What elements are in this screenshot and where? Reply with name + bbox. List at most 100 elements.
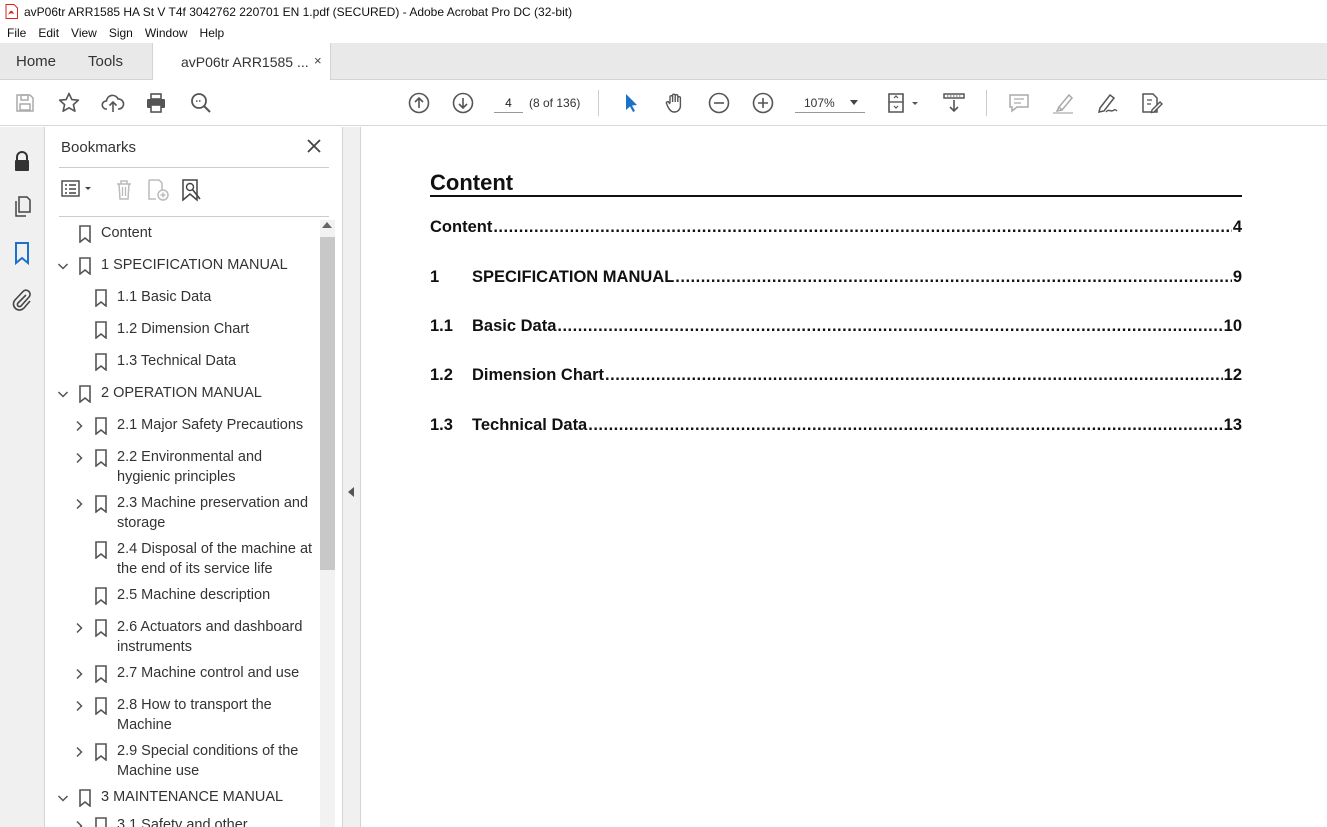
zoom-value: 107% bbox=[804, 96, 835, 110]
bookmark-label-line2: storage bbox=[117, 515, 166, 531]
menu-view[interactable]: View bbox=[64, 26, 102, 40]
collapse-panel-icon[interactable] bbox=[348, 487, 354, 497]
tab-close-button[interactable]: × bbox=[314, 53, 322, 68]
bookmark-icon bbox=[78, 789, 92, 808]
bookmark-icon bbox=[94, 619, 108, 638]
bookmark-item-operation-manual[interactable]: 2 OPERATION MANUAL bbox=[45, 383, 320, 415]
main-toolbar: (8 of 136) 107% bbox=[0, 80, 1327, 126]
bookmarks-scrollbar-thumb[interactable] bbox=[320, 237, 335, 570]
bookmark-star-icon[interactable] bbox=[57, 91, 81, 115]
sign-icon[interactable] bbox=[1095, 91, 1119, 115]
bookmark-label: 2.3 Machine preservation and bbox=[117, 495, 309, 511]
new-bookmark-icon[interactable] bbox=[145, 177, 171, 203]
menu-bar: File Edit View Sign Window Help bbox=[0, 23, 1327, 43]
bookmark-item-content[interactable]: Content bbox=[45, 223, 320, 255]
bookmark-icon bbox=[94, 321, 108, 340]
menu-file[interactable]: File bbox=[0, 26, 31, 40]
zoom-out-icon[interactable] bbox=[707, 91, 731, 115]
chevron-right-icon[interactable] bbox=[73, 451, 85, 464]
page-up-icon[interactable] bbox=[407, 91, 431, 115]
chevron-right-icon[interactable] bbox=[73, 699, 85, 712]
bookmark-item-safety-other[interactable]: 3.1 Safety and other bbox=[45, 815, 320, 827]
bookmark-label: 2.5 Machine description bbox=[117, 587, 271, 603]
toc-entry[interactable]: Content 4 bbox=[430, 215, 1242, 237]
scroll-mode-icon[interactable] bbox=[942, 91, 966, 115]
bookmark-item-dimension-chart[interactable]: 1.2 Dimension Chart bbox=[45, 319, 320, 351]
find-bookmark-icon[interactable] bbox=[179, 177, 205, 203]
bookmark-label: 2.4 Disposal of the machine at bbox=[117, 541, 313, 557]
zoom-dropdown[interactable]: 107% bbox=[795, 93, 865, 113]
toc-entry-number: 1.2 bbox=[430, 366, 453, 384]
bookmark-label: 3.1 Safety and other bbox=[117, 817, 248, 827]
toc-entry[interactable]: 1.1 Basic Data 10 bbox=[430, 314, 1242, 336]
bookmark-item-preservation[interactable]: 2.3 Machine preservation and storage bbox=[45, 493, 320, 539]
toc-entry-page: 4 bbox=[1232, 218, 1242, 236]
bookmark-label-line2: the end of its service life bbox=[117, 561, 273, 577]
bookmark-item-environmental[interactable]: 2.2 Environmental and hygienic principle… bbox=[45, 447, 320, 493]
bookmark-item-special-conditions[interactable]: 2.9 Special conditions of the Machine us… bbox=[45, 741, 320, 787]
bookmark-icon bbox=[94, 697, 108, 716]
save-icon[interactable] bbox=[13, 91, 37, 115]
edit-pdf-icon[interactable] bbox=[1139, 91, 1163, 115]
page-display-icon[interactable] bbox=[886, 91, 922, 115]
tab-home[interactable]: Home bbox=[16, 53, 56, 70]
zoom-in-icon[interactable] bbox=[751, 91, 775, 115]
bookmarks-tree: Content 1 SPECIFICATION MANUAL 1.1 Basic… bbox=[45, 219, 320, 827]
bookmark-item-technical-data[interactable]: 1.3 Technical Data bbox=[45, 351, 320, 383]
menu-window[interactable]: Window bbox=[138, 26, 193, 40]
bookmark-item-transport[interactable]: 2.8 How to transport the Machine bbox=[45, 695, 320, 741]
close-icon[interactable] bbox=[305, 137, 323, 155]
toc-leader bbox=[605, 366, 1223, 385]
toc-entry[interactable]: 1.2 Dimension Chart 12 bbox=[430, 363, 1242, 385]
chevron-right-icon[interactable] bbox=[73, 745, 85, 758]
bookmark-item-machine-control[interactable]: 2.7 Machine control and use bbox=[45, 663, 320, 695]
bookmark-item-safety-precautions[interactable]: 2.1 Major Safety Precautions bbox=[45, 415, 320, 447]
upload-icon[interactable] bbox=[101, 91, 125, 115]
tab-document[interactable]: avP06tr ARR1585 ... × bbox=[152, 43, 331, 80]
bookmark-label: Content bbox=[101, 225, 152, 241]
page-thumbnails-icon[interactable] bbox=[10, 195, 34, 219]
page-heading: Content bbox=[430, 170, 514, 195]
panel-splitter[interactable] bbox=[342, 127, 361, 827]
bookmark-item-basic-data[interactable]: 1.1 Basic Data bbox=[45, 287, 320, 319]
select-pointer-icon[interactable] bbox=[619, 91, 643, 115]
chevron-right-icon[interactable] bbox=[73, 621, 85, 634]
chevron-right-icon[interactable] bbox=[73, 419, 85, 432]
chevron-right-icon[interactable] bbox=[73, 819, 85, 827]
page-number-input[interactable] bbox=[494, 93, 523, 113]
bookmark-item-disposal[interactable]: 2.4 Disposal of the machine at the end o… bbox=[45, 539, 320, 585]
hand-icon[interactable] bbox=[663, 91, 687, 115]
menu-help[interactable]: Help bbox=[193, 26, 230, 40]
tab-tools[interactable]: Tools bbox=[88, 53, 123, 70]
chevron-down-icon[interactable] bbox=[57, 387, 69, 399]
bookmark-label: 1.2 Dimension Chart bbox=[117, 321, 250, 337]
scroll-up-icon[interactable] bbox=[322, 222, 332, 228]
highlight-icon[interactable] bbox=[1051, 91, 1075, 115]
chevron-right-icon[interactable] bbox=[73, 667, 85, 680]
chevron-right-icon[interactable] bbox=[73, 497, 85, 510]
comment-icon[interactable] bbox=[1007, 91, 1031, 115]
chevron-down-icon[interactable] bbox=[57, 259, 69, 271]
bookmark-icon bbox=[94, 449, 108, 468]
lock-icon[interactable] bbox=[10, 149, 34, 173]
toc-entry[interactable]: 1 SPECIFICATION MANUAL 9 bbox=[430, 265, 1242, 287]
print-icon[interactable] bbox=[144, 91, 168, 115]
bookmark-item-spec-manual[interactable]: 1 SPECIFICATION MANUAL bbox=[45, 255, 320, 287]
bookmark-label: 1.1 Basic Data bbox=[117, 289, 212, 305]
bookmark-item-actuators[interactable]: 2.6 Actuators and dashboard instruments bbox=[45, 617, 320, 663]
bookmark-label: 2.7 Machine control and use bbox=[117, 665, 300, 681]
find-icon[interactable] bbox=[189, 91, 213, 115]
menu-edit[interactable]: Edit bbox=[31, 26, 64, 40]
menu-sign[interactable]: Sign bbox=[102, 26, 138, 40]
attachments-icon[interactable] bbox=[10, 288, 34, 312]
bookmark-icon bbox=[94, 541, 108, 560]
delete-bookmark-icon[interactable] bbox=[111, 177, 137, 203]
toc-entry[interactable]: 1.3 Technical Data 13 bbox=[430, 413, 1242, 435]
bookmark-options-icon[interactable] bbox=[61, 177, 97, 203]
bookmark-item-machine-description[interactable]: 2.5 Machine description bbox=[45, 585, 320, 617]
chevron-down-icon[interactable] bbox=[57, 791, 69, 803]
bookmarks-icon[interactable] bbox=[10, 241, 34, 266]
chevron-down-icon bbox=[850, 100, 858, 105]
page-down-icon[interactable] bbox=[451, 91, 475, 115]
toc-entry-text: Basic Data bbox=[472, 317, 557, 335]
